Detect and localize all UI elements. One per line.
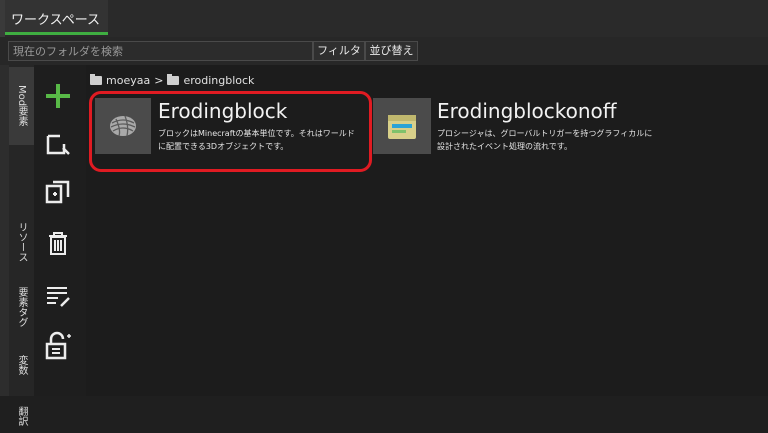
breadcrumb-separator: > — [154, 73, 164, 87]
breadcrumb: moeyaa > erodingblock — [90, 72, 254, 88]
list-edit-icon — [47, 287, 70, 307]
side-tab-mod-elements[interactable]: Mod要素 — [9, 67, 34, 145]
selection-highlight — [89, 91, 372, 172]
action-column — [34, 65, 86, 396]
breadcrumb-root[interactable]: moeyaa — [106, 74, 150, 87]
list-edit-button[interactable] — [42, 279, 74, 311]
item-thumbnail — [373, 98, 431, 154]
breadcrumb-current[interactable]: erodingblock — [183, 74, 254, 87]
top-tab-bar: ワークスペース — [0, 0, 768, 37]
tab-workspace-label: ワークスペース — [11, 13, 101, 28]
item-description: プロシージャは、グローバルトリガーを持つグラフィカルに 設計されたイベント処理の… — [437, 129, 653, 151]
add-button[interactable] — [42, 80, 74, 112]
filter-button[interactable]: フィルタ — [313, 41, 365, 61]
edit-icon — [46, 134, 70, 155]
search-input[interactable] — [8, 41, 313, 61]
delete-button[interactable] — [42, 227, 74, 259]
plus-icon — [46, 84, 70, 108]
side-tab-localization[interactable]: 翻訳 — [9, 398, 34, 433]
edit-button[interactable] — [42, 129, 74, 161]
duplicate-icon — [45, 180, 70, 204]
workspace-item-erodingblockonoff[interactable]: Erodingblockonoff プロシージャは、グローバルトリガーを持つグラ… — [373, 98, 663, 170]
lock-button[interactable] — [42, 330, 74, 362]
side-tab-strip: Mod要素 リソース 要素タグ 変数 翻訳 — [9, 65, 34, 426]
folder-icon — [167, 73, 180, 85]
duplicate-button[interactable] — [42, 176, 74, 208]
side-tab-variables[interactable]: 変数 — [9, 347, 34, 382]
item-title: Erodingblockonoff — [437, 99, 617, 123]
sort-button[interactable]: 並び替え — [365, 41, 418, 61]
tab-workspace[interactable]: ワークスペース — [5, 0, 108, 35]
lock-icon — [45, 331, 71, 360]
folder-icon — [90, 73, 102, 85]
side-tab-resources[interactable]: リソース — [9, 217, 34, 267]
trash-icon — [49, 232, 67, 255]
side-tab-element-tags[interactable]: 要素タグ — [9, 279, 34, 334]
left-edge-strip — [0, 65, 9, 396]
procedure-icon — [388, 115, 416, 139]
